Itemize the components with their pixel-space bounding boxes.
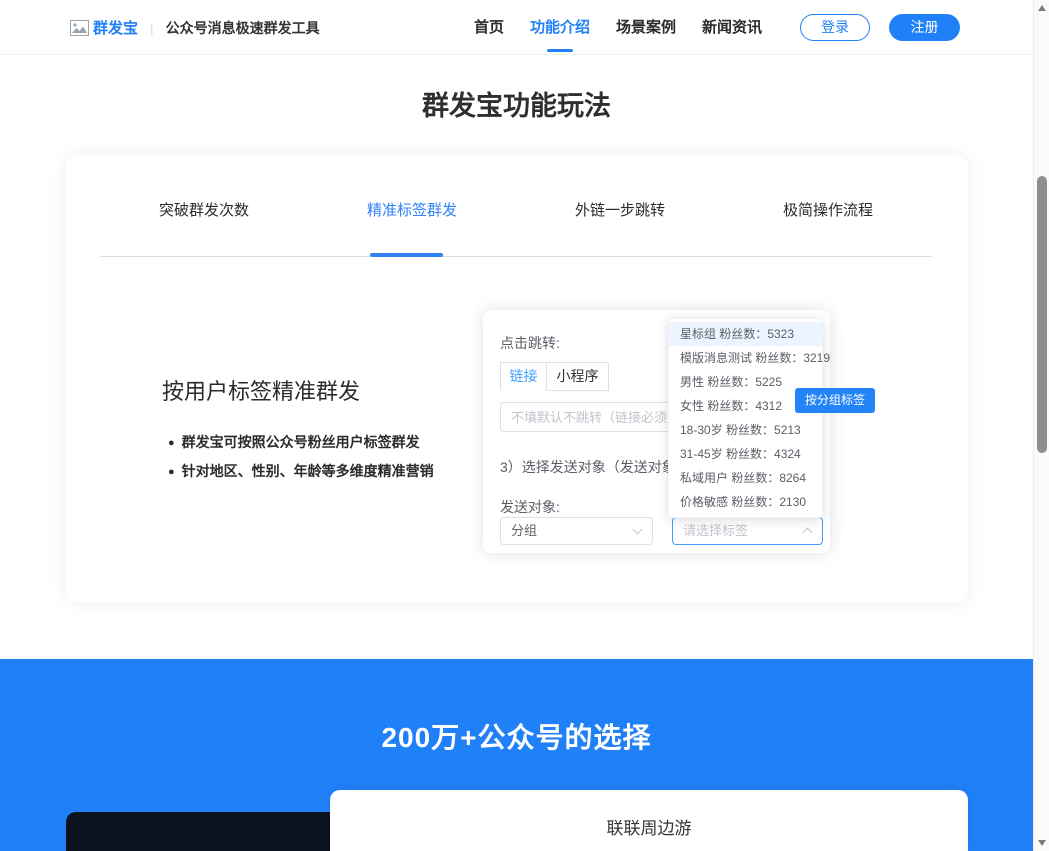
dropdown-item[interactable]: 星标组 粉丝数：5323: [669, 322, 822, 346]
main-nav: 首页 功能介绍 场景案例 新闻资讯: [474, 0, 762, 55]
tag-select-placeholder: 请选择标签: [683, 523, 748, 538]
group-select[interactable]: 分组: [500, 517, 653, 545]
login-button[interactable]: 登录: [800, 14, 870, 41]
feature-tabs: 突破群发次数 精准标签群发 外链一步跳转 极简操作流程: [100, 199, 932, 220]
register-button[interactable]: 注册: [889, 14, 960, 41]
tag-select[interactable]: 请选择标签: [672, 517, 823, 545]
bullet-dot-icon: ●: [168, 466, 175, 478]
logo-text: 群发宝: [93, 17, 138, 38]
logo[interactable]: 群发宝 | 公众号消息极速群发工具: [70, 0, 320, 55]
page: 群发宝 | 公众号消息极速群发工具 首页 功能介绍 场景案例 新闻资讯 登录 注…: [0, 0, 1049, 851]
chevron-down-icon: [633, 525, 643, 535]
bottom-section-title: 200万+公众号的选择: [0, 716, 1033, 756]
logo-divider: |: [150, 20, 154, 36]
nav-item-features[interactable]: 功能介绍: [530, 0, 590, 55]
bullet-text: 群发宝可按照公众号粉丝用户标签群发: [182, 434, 420, 450]
scroll-down-arrow-icon[interactable]: [1038, 840, 1046, 846]
group-select-value: 分组: [511, 523, 537, 538]
chevron-up-icon: [803, 528, 813, 538]
tab-simple-flow[interactable]: 极简操作流程: [724, 199, 932, 220]
group-tag-button[interactable]: 按分组标签: [795, 388, 875, 413]
nav-item-cases[interactable]: 场景案例: [616, 0, 676, 55]
dropdown-item[interactable]: 价格敏感 粉丝数：2130: [669, 490, 822, 514]
site-tagline: 公众号消息极速群发工具: [166, 18, 320, 38]
nav-item-home[interactable]: 首页: [474, 0, 504, 55]
vertical-scrollbar[interactable]: [1033, 0, 1049, 851]
dropdown-item[interactable]: 18-30岁 粉丝数：5213: [669, 418, 822, 442]
scrollbar-thumb[interactable]: [1037, 176, 1047, 453]
bottom-card-title: 联联周边游: [330, 814, 968, 839]
tab-precise-tag[interactable]: 精准标签群发: [308, 199, 516, 220]
header: 群发宝 | 公众号消息极速群发工具 首页 功能介绍 场景案例 新闻资讯 登录 注…: [0, 0, 1033, 55]
feature-card: 突破群发次数 精准标签群发 外链一步跳转 极简操作流程 按用户标签精准群发 ● 群…: [66, 155, 968, 602]
page-title: 群发宝功能玩法: [0, 84, 1033, 123]
scroll-up-arrow-icon[interactable]: [1038, 5, 1046, 11]
bullet-text: 针对地区、性别、年龄等多维度精准营销: [182, 463, 434, 479]
feature-bullet: ● 针对地区、性别、年龄等多维度精准营销: [168, 461, 434, 481]
bottom-card: 联联周边游: [330, 790, 968, 851]
bullet-dot-icon: ●: [168, 437, 175, 449]
dropdown-item[interactable]: 模版消息测试 粉丝数：3219: [669, 346, 822, 370]
phone-mockup-block: [66, 812, 330, 851]
tab-miniprogram[interactable]: 小程序: [547, 362, 609, 391]
feature-heading: 按用户标签精准群发: [162, 374, 360, 406]
dropdown-item[interactable]: 31-45岁 粉丝数：4324: [669, 442, 822, 466]
tab-break-limit[interactable]: 突破群发次数: [100, 199, 308, 220]
tag-dropdown: 星标组 粉丝数：5323 模版消息测试 粉丝数：3219 男性 粉丝数：5225…: [668, 318, 823, 518]
broken-image-icon: [70, 20, 89, 36]
active-tab-indicator: [370, 253, 443, 257]
tab-link[interactable]: 链接: [500, 362, 547, 391]
tabs-divider: [100, 256, 932, 257]
bottom-section: 200万+公众号的选择 联联周边游: [0, 659, 1033, 851]
feature-bullet: ● 群发宝可按照公众号粉丝用户标签群发: [168, 432, 420, 452]
dropdown-item[interactable]: 私域用户 粉丝数：8264: [669, 466, 822, 490]
tab-link-jump[interactable]: 外链一步跳转: [516, 199, 724, 220]
jump-type-tabs: 链接 小程序: [500, 362, 609, 391]
nav-item-news[interactable]: 新闻资讯: [702, 0, 762, 55]
target-label: 发送对象:: [500, 497, 560, 517]
jump-label: 点击跳转:: [500, 333, 560, 353]
